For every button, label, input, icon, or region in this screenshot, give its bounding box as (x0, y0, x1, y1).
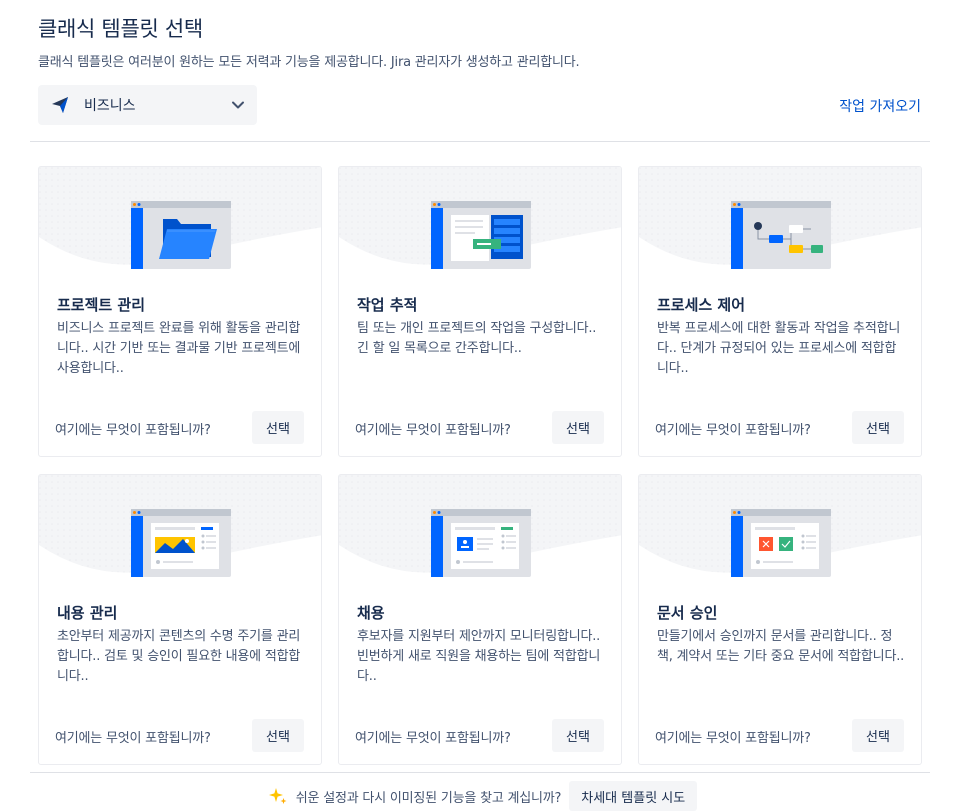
template-card-content-management: 내용 관리 초안부터 제공까지 콘텐츠의 수명 주기를 관리합니다.. 검토 및… (38, 474, 322, 765)
try-next-gen-button[interactable]: 차세대 템플릿 시도 (569, 781, 698, 811)
divider (30, 141, 930, 142)
whats-included-link[interactable]: 여기에는 무엇이 포함됩니까? (55, 419, 211, 438)
category-dropdown[interactable]: 비즈니스 (38, 85, 257, 125)
whats-included-link[interactable]: 여기에는 무엇이 포함됩니까? (55, 727, 211, 746)
select-button[interactable]: 선택 (852, 411, 904, 444)
chevron-down-icon (231, 98, 245, 112)
select-button[interactable]: 선택 (252, 411, 304, 444)
card-title: 작업 추적 (357, 296, 418, 314)
card-description: 반복 프로세스에 대한 활동과 작업을 추적합니다.. 단계가 규정되어 있는 … (657, 321, 901, 376)
task-tracker-illustration (431, 201, 531, 269)
footer-bar: 쉬운 설정과 다시 이미징된 기능을 찾고 계십니까? 차세대 템플릿 시도 (0, 781, 953, 811)
select-button[interactable]: 선택 (852, 719, 904, 752)
template-card-recruitment: 채용 후보자를 지원부터 제안까지 모니터링합니다.. 빈번하게 새로 직원을 … (338, 474, 622, 765)
card-description: 팀 또는 개인 프로젝트의 작업을 구성합니다.. 긴 할 일 목록으로 간주합… (357, 321, 597, 356)
card-hero (39, 475, 321, 587)
divider (30, 772, 930, 773)
card-hero (339, 167, 621, 279)
whats-included-link[interactable]: 여기에는 무엇이 포함됩니까? (355, 419, 511, 438)
card-title: 내용 관리 (57, 604, 118, 622)
card-description: 초안부터 제공까지 콘텐츠의 수명 주기를 관리합니다.. 검토 및 승인이 필… (57, 629, 301, 684)
footer-message: 쉬운 설정과 다시 이미징된 기능을 찾고 계십니까? (295, 790, 562, 806)
template-card-project-management: 프로젝트 관리 비즈니스 프로젝트 완료를 위해 활동을 관리합니다.. 시간 … (38, 166, 322, 457)
card-description: 비즈니스 프로젝트 완료를 위해 활동을 관리합니다.. 시간 기반 또는 결과… (57, 321, 301, 376)
whats-included-link[interactable]: 여기에는 무엇이 포함됩니까? (655, 419, 811, 438)
card-title: 문서 승인 (657, 604, 718, 622)
whats-included-link[interactable]: 여기에는 무엇이 포함됩니까? (655, 727, 811, 746)
card-description: 후보자를 지원부터 제안까지 모니터링합니다.. 빈번하게 새로 직원을 채용하… (357, 629, 601, 684)
template-card-process-control: 프로세스 제어 반복 프로세스에 대한 활동과 작업을 추적합니다.. 단계가 … (638, 166, 922, 457)
card-hero (639, 167, 921, 279)
category-selected-label: 비즈니스 (84, 98, 136, 114)
document-approval-illustration (731, 509, 831, 577)
card-description: 만들기에서 승인까지 문서를 관리합니다.. 정책, 계약서 또는 기타 중요 … (657, 629, 905, 664)
image-content-illustration (131, 509, 231, 577)
whats-included-link[interactable]: 여기에는 무엇이 포함됩니까? (355, 727, 511, 746)
import-work-link[interactable]: 작업 가져오기 (839, 96, 921, 116)
template-card-task-tracking: 작업 추적 팀 또는 개인 프로젝트의 작업을 구성합니다.. 긴 할 일 목록… (338, 166, 622, 457)
select-button[interactable]: 선택 (252, 719, 304, 752)
card-hero (639, 475, 921, 587)
page-subtitle: 클래식 템플릿은 여러분이 원하는 모든 저력과 기능을 제공합니다. Jira… (38, 55, 580, 70)
card-hero (39, 167, 321, 279)
card-title: 프로세스 제어 (657, 296, 746, 314)
select-button[interactable]: 선택 (552, 411, 604, 444)
sparkle-icon (268, 788, 287, 804)
workflow-illustration (731, 201, 831, 269)
select-button[interactable]: 선택 (552, 719, 604, 752)
card-hero (339, 475, 621, 587)
template-card-document-approval: 문서 승인 만들기에서 승인까지 문서를 관리합니다.. 정책, 계약서 또는 … (638, 474, 922, 765)
recruitment-illustration (431, 509, 531, 577)
business-logo-icon (50, 95, 70, 115)
card-title: 채용 (357, 604, 385, 622)
folder-illustration (131, 201, 231, 269)
card-title: 프로젝트 관리 (57, 296, 146, 314)
page-title: 클래식 템플릿 선택 (38, 17, 203, 41)
